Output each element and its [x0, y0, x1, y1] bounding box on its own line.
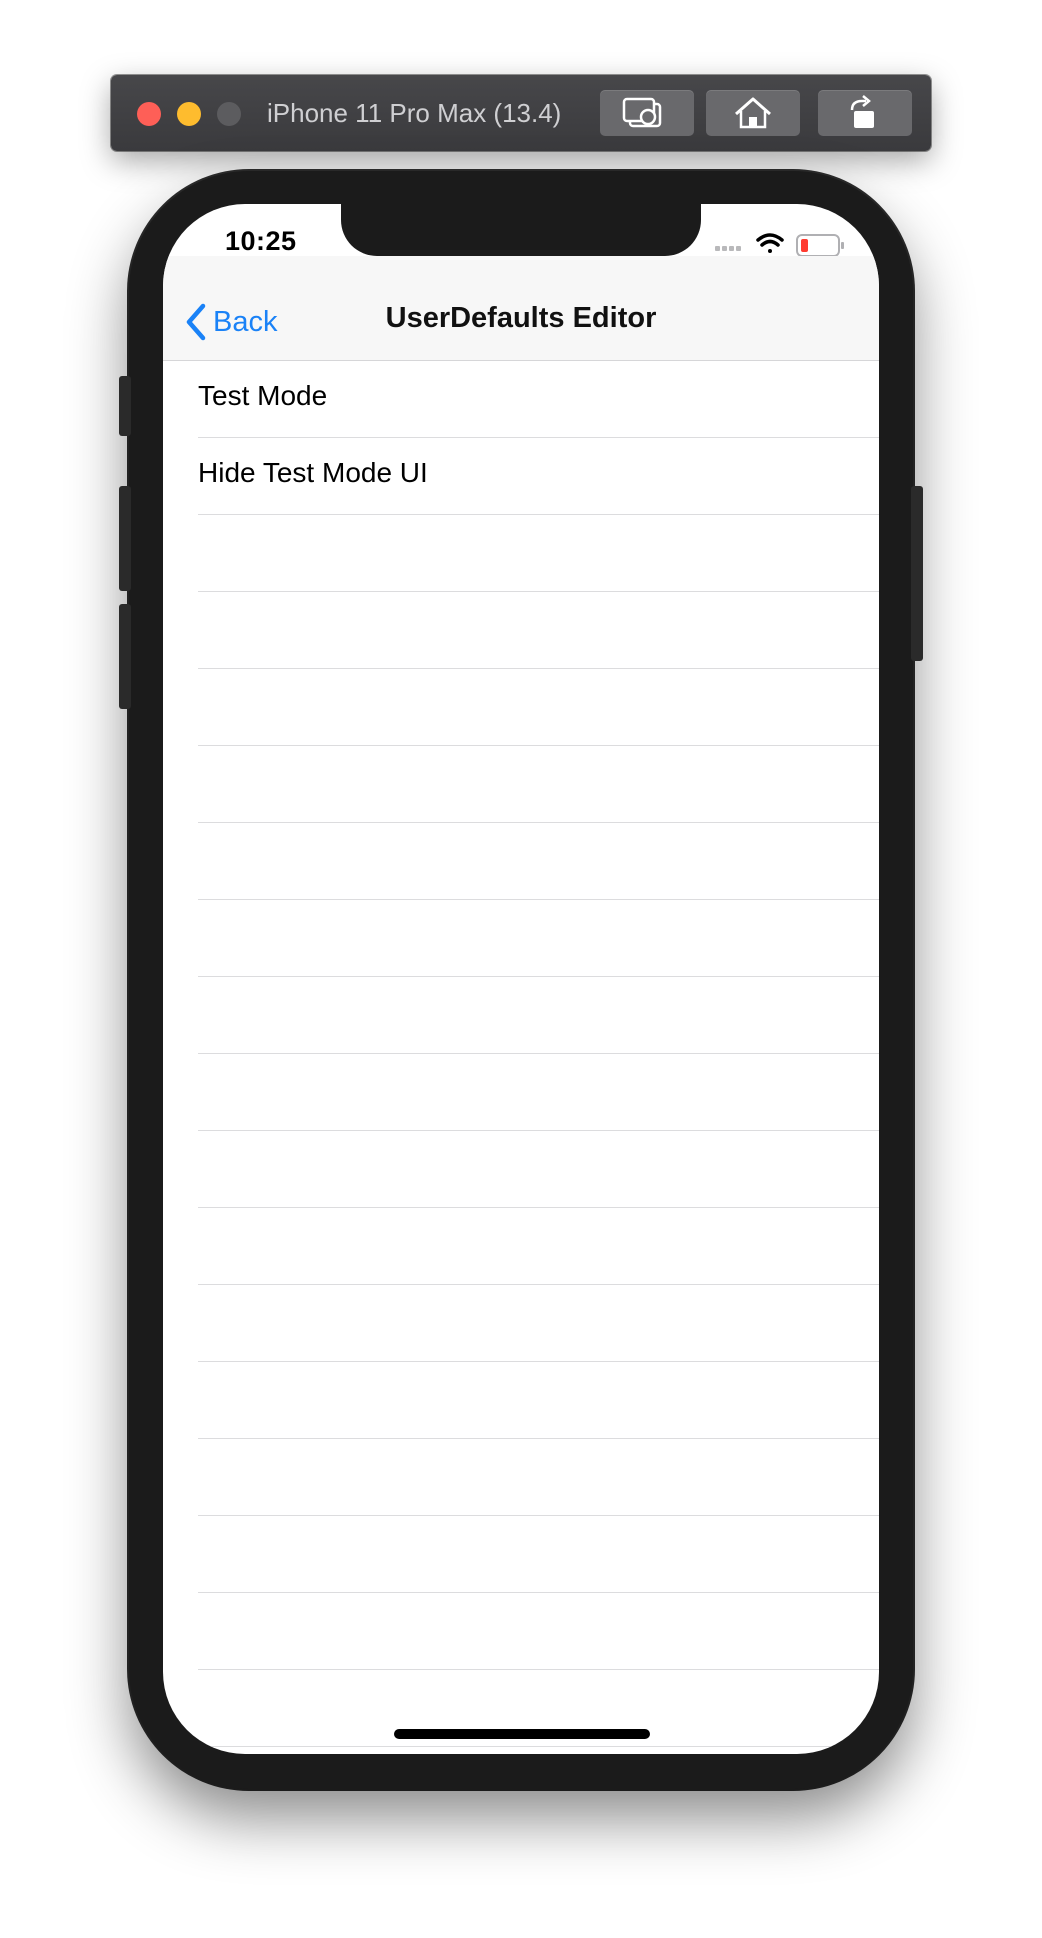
wifi-icon — [756, 233, 784, 253]
screenshot-button[interactable] — [600, 90, 694, 136]
empty-rows — [163, 515, 879, 1747]
window-title: iPhone 11 Pro Max (13.4) — [267, 98, 562, 128]
empty-row — [198, 1208, 879, 1285]
empty-row — [198, 977, 879, 1054]
empty-row — [198, 900, 879, 977]
status-time: 10:25 — [225, 226, 297, 256]
volume-down-button[interactable] — [119, 604, 131, 709]
minimize-window-button[interactable] — [177, 102, 201, 126]
home-icon — [735, 97, 771, 129]
mute-switch[interactable] — [119, 376, 131, 436]
empty-row — [198, 1516, 879, 1593]
setting-row-hide-test-mode-ui: Hide Test Mode UI — [198, 438, 879, 515]
settings-list: Test Mode Hide Test Mode UI — [163, 361, 879, 1747]
rotate-button[interactable] — [818, 90, 912, 136]
close-window-button[interactable] — [137, 102, 161, 126]
setting-row-test-mode: Test Mode — [198, 361, 879, 438]
zoom-window-button[interactable] — [217, 102, 241, 126]
page-title: UserDefaults Editor — [385, 302, 657, 334]
empty-row — [198, 515, 879, 592]
camera-icon — [622, 97, 662, 128]
home-button[interactable] — [706, 90, 800, 136]
empty-row — [198, 746, 879, 823]
navigation-bar: Back UserDefaults Editor — [163, 256, 879, 361]
empty-row — [198, 592, 879, 669]
home-indicator — [394, 1729, 650, 1739]
empty-row — [198, 1054, 879, 1131]
device-screen: 10:25 Back UserDefaults Editor Test Mode… — [163, 204, 879, 1754]
empty-row — [198, 669, 879, 746]
empty-row — [198, 823, 879, 900]
notch — [341, 204, 701, 256]
empty-row — [198, 1131, 879, 1208]
simulator-root: iPhone 11 Pro Max (13.4) 10:25 Back User… — [0, 0, 1042, 1938]
signal-icon — [715, 246, 741, 251]
empty-row — [198, 1593, 879, 1670]
empty-row — [198, 1362, 879, 1439]
setting-label: Test Mode — [198, 380, 328, 411]
setting-label: Hide Test Mode UI — [198, 457, 428, 488]
empty-row — [198, 1285, 879, 1362]
volume-up-button[interactable] — [119, 486, 131, 591]
empty-row — [198, 1439, 879, 1516]
power-button[interactable] — [911, 486, 923, 661]
rotate-icon — [850, 95, 874, 128]
simulator-title-bar: iPhone 11 Pro Max (13.4) — [111, 75, 931, 151]
battery-icon — [796, 234, 844, 257]
